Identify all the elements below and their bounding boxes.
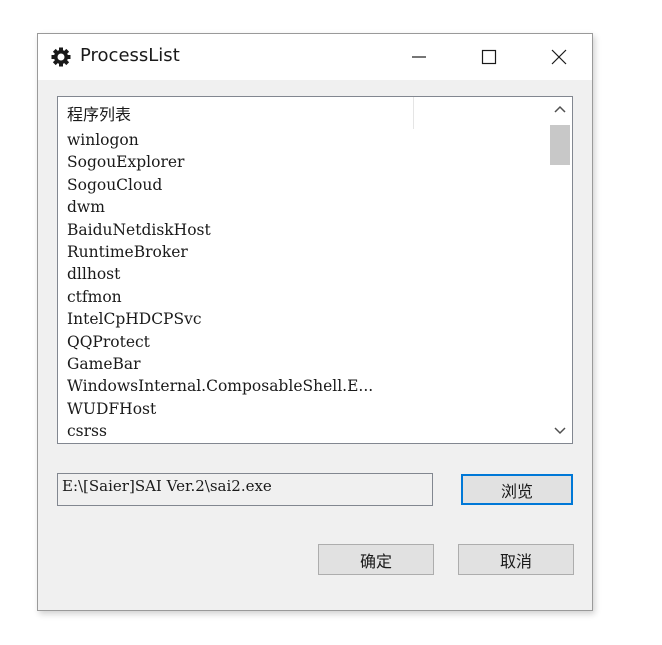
list-item[interactable]: IntelCpHDCPSvc xyxy=(67,308,373,330)
list-item[interactable]: QQProtect xyxy=(67,331,373,353)
maximize-button[interactable] xyxy=(466,34,512,80)
list-item[interactable]: dllhost xyxy=(67,263,373,285)
scroll-down-button[interactable] xyxy=(548,419,572,443)
list-column-header[interactable]: 程序列表 xyxy=(58,97,414,129)
chevron-up-icon xyxy=(554,105,566,113)
process-list: winlogon SogouExplorer SogouCloud dwm Ba… xyxy=(67,129,373,442)
list-item[interactable]: WindowsInternal.ComposableShell.E... xyxy=(67,375,373,397)
list-item[interactable]: RuntimeBroker xyxy=(67,241,373,263)
scrollbar-thumb[interactable] xyxy=(550,125,570,165)
list-item[interactable]: SogouCloud xyxy=(67,174,373,196)
list-item[interactable]: GameBar xyxy=(67,353,373,375)
scroll-up-button[interactable] xyxy=(548,97,572,121)
gear-icon xyxy=(50,46,72,68)
list-item[interactable]: winlogon xyxy=(67,129,373,151)
close-button[interactable] xyxy=(536,34,582,80)
path-field[interactable]: E:\[Saier]SAI Ver.2\sai2.exe xyxy=(57,473,433,506)
browse-button[interactable]: 浏览 xyxy=(461,474,573,505)
cancel-button[interactable]: 取消 xyxy=(458,544,574,575)
vertical-scrollbar[interactable] xyxy=(548,97,572,443)
list-header-label: 程序列表 xyxy=(67,105,132,124)
list-item[interactable]: WUDFHost xyxy=(67,398,373,420)
close-icon xyxy=(551,49,567,65)
list-item[interactable]: csrss xyxy=(67,420,373,442)
chevron-down-icon xyxy=(554,427,566,435)
window-title: ProcessList xyxy=(80,45,180,66)
ok-button[interactable]: 确定 xyxy=(318,544,434,575)
list-item[interactable]: SogouExplorer xyxy=(67,151,373,173)
process-list-dialog: ProcessList 程序列表 winlogon SogouExplorer … xyxy=(37,33,593,611)
minimize-button[interactable] xyxy=(396,34,442,80)
title-bar[interactable]: ProcessList xyxy=(38,34,592,80)
list-item[interactable]: BaiduNetdiskHost xyxy=(67,219,373,241)
minimize-icon xyxy=(412,56,426,58)
maximize-icon xyxy=(481,49,497,65)
list-item[interactable]: ctfmon xyxy=(67,286,373,308)
list-item[interactable]: dwm xyxy=(67,196,373,218)
process-listbox[interactable]: 程序列表 winlogon SogouExplorer SogouCloud d… xyxy=(57,96,573,444)
